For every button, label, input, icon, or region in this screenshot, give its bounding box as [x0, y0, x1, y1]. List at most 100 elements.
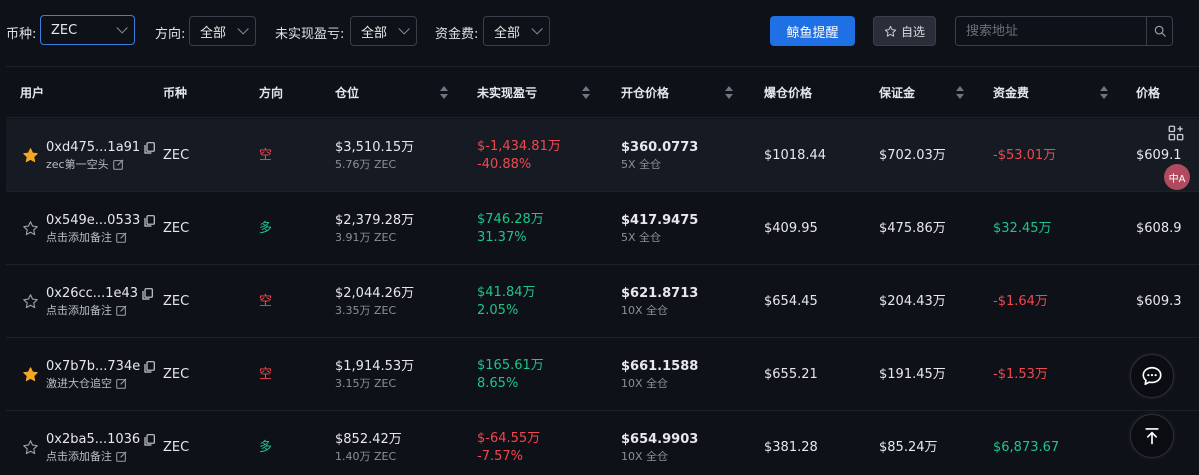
- coin-cell: ZEC: [163, 119, 189, 192]
- funding-cell: -$1.64万: [993, 265, 1048, 338]
- user-note[interactable]: 点击添加备注: [46, 230, 112, 246]
- entry-price-cell: $360.0773 5X 全仓: [621, 119, 698, 192]
- header-funding[interactable]: 资金费: [993, 67, 1029, 118]
- entry-price-cell: $417.9475 5X 全仓: [621, 192, 698, 265]
- header-position[interactable]: 仓位: [335, 67, 359, 118]
- funding-cell: -$53.01万: [993, 119, 1056, 192]
- sort-icon[interactable]: [956, 86, 964, 99]
- pnl-cell: $746.28万 31.37%: [477, 192, 544, 265]
- edit-icon[interactable]: [116, 451, 127, 462]
- wallet-address[interactable]: 0x2ba5...1036: [46, 431, 140, 449]
- star-outline-icon: [884, 25, 897, 37]
- favorite-star-icon[interactable]: [22, 293, 39, 310]
- header-margin[interactable]: 保证金: [879, 67, 915, 118]
- grid-apps-icon[interactable]: [1167, 124, 1185, 146]
- entry-price: $417.9475: [621, 212, 699, 228]
- position-cell: $852.42万 1.40万 ZEC: [335, 411, 402, 475]
- margin-value: $191.45万: [879, 366, 946, 382]
- position-size: 5.76万 ZEC: [335, 157, 397, 171]
- copy-icon[interactable]: [144, 433, 156, 446]
- table-row[interactable]: 0x549e...0533 点击添加备注 ZEC 多 $2,379.28万 3.…: [6, 192, 1199, 265]
- direction-cell: 多: [259, 411, 272, 475]
- pnl-percent: 8.65%: [477, 375, 519, 391]
- address-search-input[interactable]: [956, 17, 1146, 45]
- sort-icon[interactable]: [725, 86, 733, 99]
- position-value: $852.42万: [335, 431, 402, 447]
- pnl-cell: $-64.55万 -7.57%: [477, 411, 540, 475]
- pnl-select-value: 全部: [361, 25, 388, 41]
- coin-select[interactable]: ZEC: [40, 15, 135, 45]
- favorite-star-icon[interactable]: [22, 220, 39, 237]
- table-row[interactable]: 0x26cc...1e43 点击添加备注 ZEC 空 $2,044.26万 3.…: [6, 265, 1199, 338]
- table-row[interactable]: 0x7b7b...734e 激进大仓追空 ZEC 空 $1,914.53万 3.…: [6, 338, 1199, 411]
- copy-icon[interactable]: [144, 214, 156, 227]
- favorite-star-icon[interactable]: [22, 439, 39, 456]
- copy-icon[interactable]: [144, 360, 156, 373]
- direction-cell: 空: [259, 265, 272, 338]
- entry-price: $360.0773: [621, 139, 699, 155]
- user-note[interactable]: zec第一空头: [46, 157, 109, 173]
- margin-value: $475.86万: [879, 220, 946, 236]
- watchlist-label: 自选: [900, 24, 925, 39]
- copy-icon[interactable]: [144, 141, 156, 154]
- liq-price-cell: $654.45: [764, 265, 818, 338]
- user-note[interactable]: 点击添加备注: [46, 449, 112, 465]
- sort-icon[interactable]: [582, 86, 590, 99]
- position-cell: $1,914.53万 3.15万 ZEC: [335, 338, 414, 411]
- edit-icon[interactable]: [116, 232, 127, 243]
- pnl-select[interactable]: 全部: [350, 16, 417, 46]
- direction-select[interactable]: 全部: [189, 16, 256, 46]
- wallet-address[interactable]: 0x26cc...1e43: [46, 285, 138, 303]
- funding-select[interactable]: 全部: [483, 16, 550, 46]
- liq-price: $381.28: [764, 439, 818, 455]
- search-button[interactable]: [1146, 17, 1172, 45]
- user-cell: 0x549e...0533 点击添加备注: [46, 192, 156, 265]
- favorite-star-icon[interactable]: [22, 147, 39, 164]
- header-user: 用户: [20, 86, 45, 100]
- direction-cell: 空: [259, 119, 272, 192]
- direction-value: 空: [259, 366, 273, 382]
- coin-value: ZEC: [163, 220, 190, 236]
- edit-icon[interactable]: [112, 159, 124, 170]
- direction-filter-label: 方向:: [155, 27, 186, 42]
- back-to-top-button[interactable]: [1130, 414, 1174, 458]
- wallet-address[interactable]: 0x7b7b...734e: [46, 358, 140, 376]
- edit-icon[interactable]: [116, 378, 127, 389]
- wallet-address[interactable]: 0x549e...0533: [46, 212, 140, 230]
- watchlist-button[interactable]: 自选: [873, 16, 936, 46]
- funding-cell: $32.45万: [993, 192, 1052, 265]
- funding-value: $32.45万: [993, 220, 1052, 236]
- sort-icon[interactable]: [440, 86, 448, 99]
- user-note[interactable]: 点击添加备注: [46, 303, 112, 319]
- user-note[interactable]: 激进大仓追空: [46, 376, 112, 392]
- whale-alert-button[interactable]: 鲸鱼提醒: [770, 16, 855, 46]
- header-unrealized-pnl[interactable]: 未实现盈亏: [477, 67, 537, 118]
- filter-bar: 币种: ZEC 方向: 全部 未实现盈亏: 全部 资金费: 全部 鲸鱼提醒 自选: [0, 0, 1199, 62]
- entry-price-cell: $661.1588 10X 全仓: [621, 338, 698, 411]
- position-value: $2,044.26万: [335, 285, 415, 301]
- wallet-address[interactable]: 0xd475...1a91: [46, 139, 140, 157]
- position-size: 1.40万 ZEC: [335, 449, 397, 463]
- chevron-down-icon: [398, 23, 410, 35]
- copy-icon[interactable]: [142, 287, 153, 300]
- user-cell: 0x7b7b...734e 激进大仓追空: [46, 338, 156, 411]
- table-row[interactable]: 0xd475...1a91 zec第一空头 ZEC 空 $3,510.15万 5…: [6, 119, 1199, 192]
- translate-icon[interactable]: 中A: [1164, 164, 1190, 190]
- mark-price: $609.3: [1136, 293, 1182, 309]
- pnl-percent: 2.05%: [477, 302, 519, 318]
- pnl-percent: -40.88%: [477, 156, 532, 172]
- table-row[interactable]: 0x2ba5...1036 点击添加备注 ZEC 多 $852.42万 1.40…: [6, 411, 1199, 475]
- coin-value: ZEC: [163, 439, 190, 455]
- margin-value: $702.03万: [879, 147, 946, 163]
- sort-icon[interactable]: [1100, 86, 1108, 99]
- edit-icon[interactable]: [116, 305, 127, 316]
- liq-price: $655.21: [764, 366, 818, 382]
- header-entry-price[interactable]: 开仓价格: [621, 67, 669, 118]
- leverage-mode: 10X 全仓: [621, 449, 669, 463]
- funding-value: -$1.53万: [993, 366, 1048, 382]
- chat-button[interactable]: [1130, 354, 1174, 398]
- entry-price-cell: $654.9903 10X 全仓: [621, 411, 698, 475]
- favorite-star-icon[interactable]: [22, 366, 39, 383]
- address-search: [955, 16, 1173, 46]
- position-size: 3.15万 ZEC: [335, 376, 397, 390]
